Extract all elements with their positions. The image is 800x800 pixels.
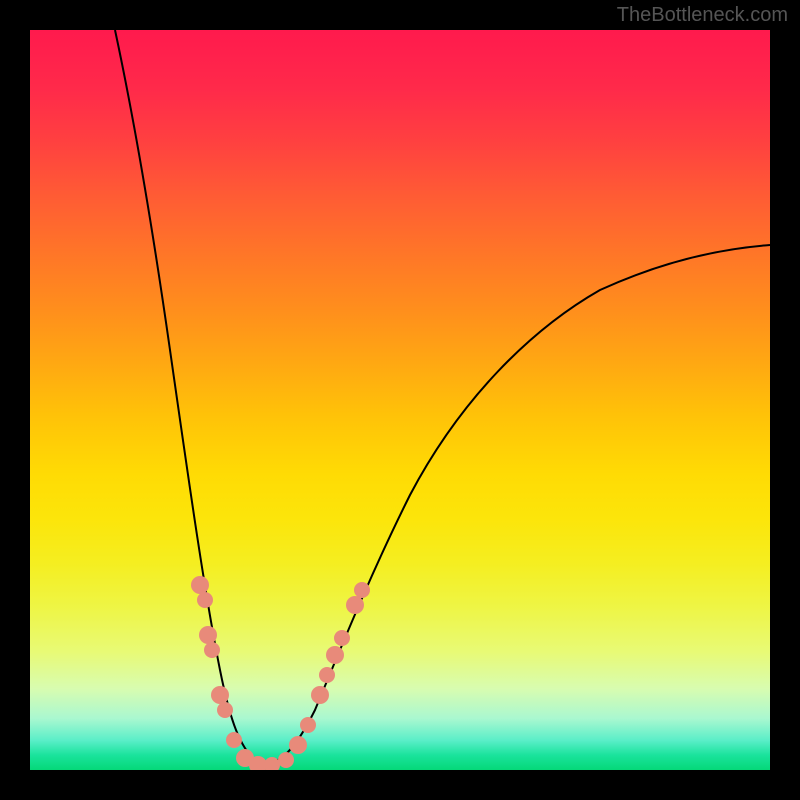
data-dot [197,592,213,608]
data-dot [334,630,350,646]
data-dot [311,686,329,704]
data-dot [289,736,307,754]
data-dot [319,667,335,683]
data-dot [264,757,280,770]
data-dot [346,596,364,614]
data-dot [326,646,344,664]
data-dot [217,702,233,718]
data-dot [226,732,242,748]
chart-plot-area [30,30,770,770]
chart-svg [30,30,770,770]
data-dot [204,642,220,658]
data-dot [278,752,294,768]
data-dot [354,582,370,598]
data-dot [211,686,229,704]
data-dot [300,717,316,733]
watermark-text: TheBottleneck.com [617,4,788,27]
data-dot [191,576,209,594]
data-dot [199,626,217,644]
dots-group [191,576,370,770]
